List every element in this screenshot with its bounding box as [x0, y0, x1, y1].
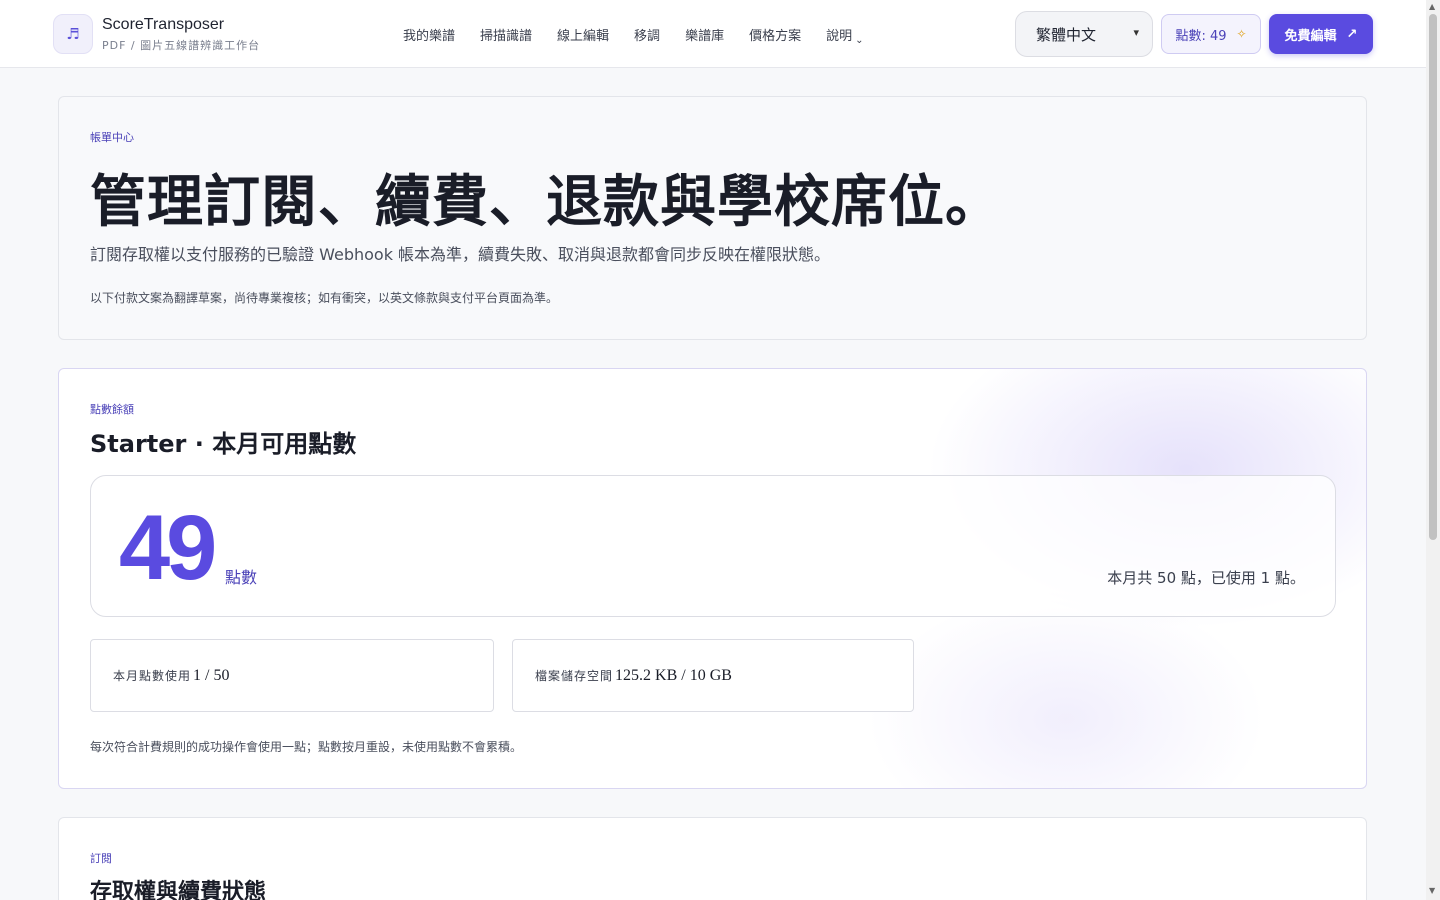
nav-transpose[interactable]: 移調	[634, 25, 660, 44]
language-select[interactable]: 繁體中文 ▾	[1015, 11, 1153, 57]
nav-help[interactable]: 說明 ⌄	[826, 25, 864, 46]
hero-description: 訂閱存取權以支付服務的已驗證 Webhook 帳本為準，續費失敗、取消與退款都會…	[90, 245, 831, 264]
translation-note: 以下付款文案為翻譯草案，尚待專業複核；如有衝突，以英文條款與支付平台頁面為準。	[90, 291, 559, 305]
sparkle-icon: ✧	[1236, 27, 1247, 41]
brand-name[interactable]: ScoreTransposer	[102, 16, 224, 34]
chevron-down-icon: ▾	[1133, 26, 1139, 39]
balance-number: 49	[119, 497, 217, 599]
credits-eyebrow: 點數餘額	[90, 403, 134, 416]
stat-value: 1 / 50	[193, 666, 230, 684]
credits-title: Starter · 本月可用點數	[90, 430, 357, 458]
logo-icon[interactable]: ♬	[53, 14, 93, 54]
free-edit-label: 免費編輯	[1284, 28, 1337, 44]
stat-label: 本月點數使用	[113, 669, 192, 683]
storage-usage-stat: 檔案儲存空間 125.2 KB / 10 GB	[512, 639, 914, 712]
subscription-eyebrow: 訂閱	[90, 852, 112, 865]
chevron-down-icon: ⌄	[855, 35, 864, 46]
nav-my-scores[interactable]: 我的樂譜	[403, 25, 455, 44]
nav-scan-score[interactable]: 掃描識譜	[480, 25, 532, 44]
scroll-down-arrow-icon[interactable]: ▼	[1429, 886, 1435, 895]
brand-subtitle: PDF / 圖片五線譜辨識工作台	[102, 39, 261, 52]
top-navigation-bar: ♬ ScoreTransposer PDF / 圖片五線譜辨識工作台 我的樂譜 …	[0, 0, 1426, 68]
nav-score-library[interactable]: 樂譜庫	[685, 25, 724, 44]
scrollbar-thumb[interactable]	[1429, 14, 1437, 540]
monthly-usage-stat: 本月點數使用 1 / 50	[90, 639, 494, 712]
balance-unit: 點數	[225, 568, 258, 587]
balance-summary: 本月共 50 點，已使用 1 點。	[1107, 569, 1305, 587]
main-nav: 我的樂譜 掃描識譜 線上編輯 移調 樂譜庫 價格方案 說明 ⌄	[403, 25, 889, 46]
hero-eyebrow: 帳單中心	[90, 131, 134, 144]
points-badge[interactable]: 點數: 49 ✧	[1161, 14, 1261, 54]
page-title: 管理訂閱、續費、退款與學校席位。	[90, 170, 1002, 235]
nav-help-label: 說明	[826, 29, 853, 44]
decorative-glow	[866, 589, 1266, 788]
nav-pricing[interactable]: 價格方案	[749, 25, 801, 44]
credits-balance-card: 點數餘額 Starter · 本月可用點數 49 點數 本月共 50 點，已使用…	[58, 368, 1367, 789]
credits-footnote: 每次符合計費規則的成功操作會使用一點；點數按月重設，未使用點數不會累積。	[90, 740, 523, 754]
points-label: 點數: 49	[1175, 28, 1227, 44]
language-value: 繁體中文	[1036, 25, 1097, 44]
billing-hero-card: 帳單中心 管理訂閱、續費、退款與學校席位。 訂閱存取權以支付服務的已驗證 Web…	[58, 96, 1367, 340]
stat-value: 125.2 KB / 10 GB	[615, 666, 732, 684]
subscription-title: 存取權與續費狀態	[90, 880, 267, 900]
page-scrollbar[interactable]: ▲ ▼	[1426, 0, 1440, 900]
scroll-up-arrow-icon[interactable]: ▲	[1429, 2, 1435, 11]
balance-panel: 49 點數 本月共 50 點，已使用 1 點。	[90, 475, 1336, 617]
nav-online-editor[interactable]: 線上編輯	[557, 25, 609, 44]
free-edit-button[interactable]: 免費編輯 ↗	[1269, 14, 1373, 54]
stat-label: 檔案儲存空間	[535, 669, 614, 683]
arrow-up-right-icon: ↗	[1346, 26, 1358, 42]
subscription-card: 訂閱 存取權與續費狀態	[58, 817, 1367, 900]
